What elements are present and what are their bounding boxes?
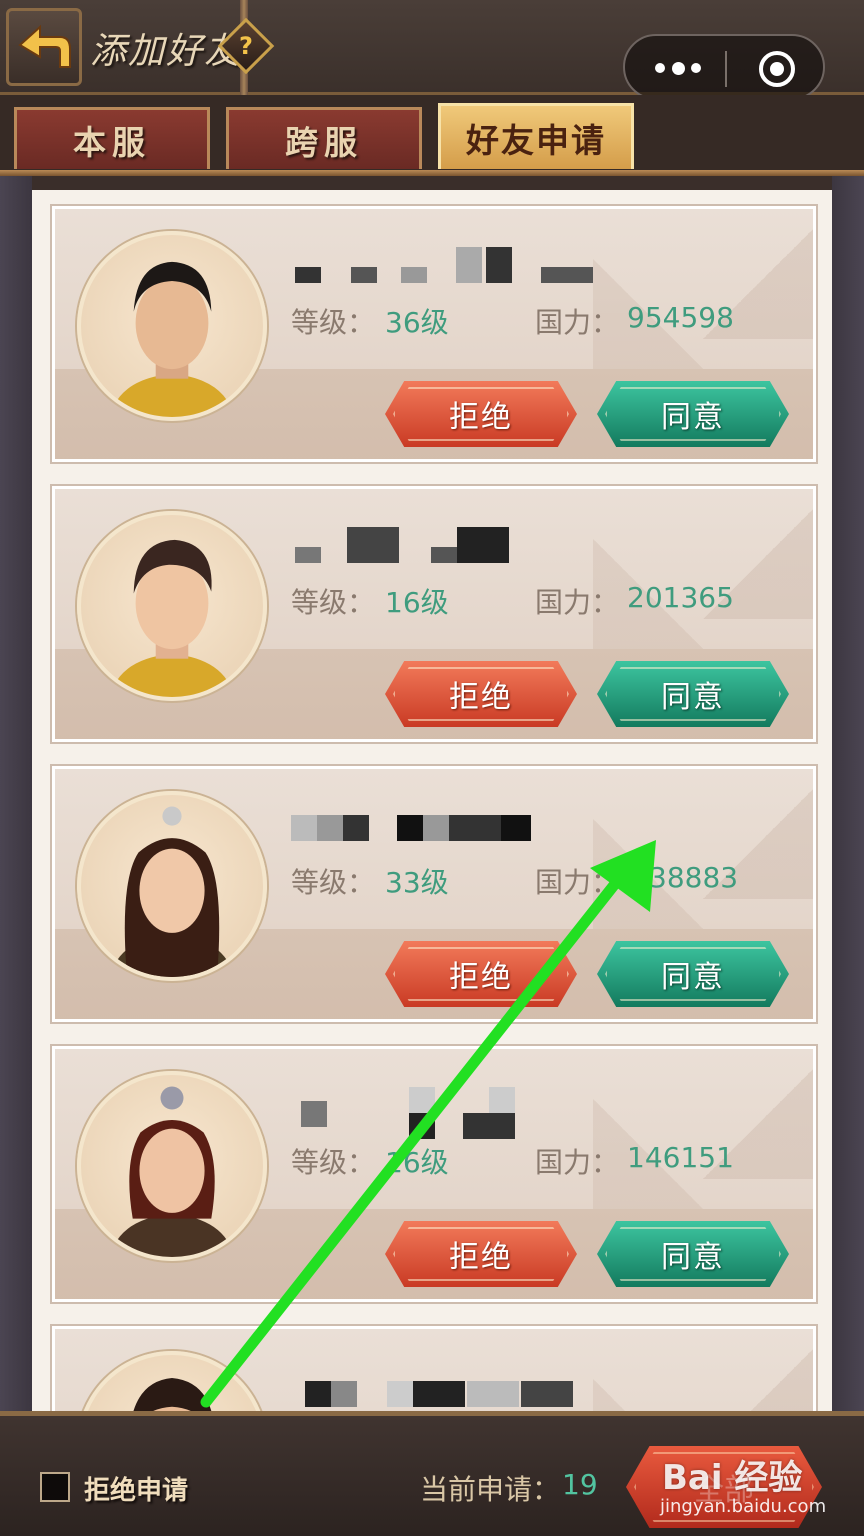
request-card: [50, 1324, 818, 1411]
level-value: 16级: [385, 1146, 449, 1179]
current-requests-label: 当前申请：: [420, 1473, 561, 1506]
request-card: 等级： 16级 国力： 201365 拒绝 同意: [50, 484, 818, 744]
power-label: 国力：: [535, 306, 620, 339]
frame-right: [832, 176, 864, 1411]
tab-underline: [0, 170, 864, 176]
request-card: 等级： 16级 国力： 146151 拒绝 同意: [50, 1044, 818, 1304]
agree-button[interactable]: 同意: [597, 941, 789, 1007]
level-label: 等级：: [291, 586, 376, 619]
power-label: 国力：: [535, 1146, 620, 1179]
target-close-icon[interactable]: [759, 51, 795, 87]
power-value: 201365: [627, 581, 734, 614]
request-list[interactable]: 等级： 36级 国力： 954598 拒绝 同意 等级： 16级 国力： 201…: [32, 190, 832, 1411]
avatar[interactable]: [77, 791, 267, 981]
reject-requests-checkbox[interactable]: [40, 1472, 70, 1502]
avatar[interactable]: [77, 1071, 267, 1261]
frame-left: [0, 176, 32, 1411]
reject-button[interactable]: 拒绝: [385, 381, 577, 447]
level-value: 33级: [385, 866, 449, 899]
player-name-redacted: [291, 1087, 591, 1139]
agree-button-label: 同意: [661, 960, 725, 995]
more-dots-icon[interactable]: [655, 60, 701, 76]
request-card: 等级： 33级 国力： 38883 拒绝 同意: [50, 764, 818, 1024]
power-label: 国力：: [535, 866, 620, 899]
header-bar: 添加好友 ?: [0, 0, 864, 100]
tab-cross-server[interactable]: 跨服: [226, 107, 422, 169]
agree-button[interactable]: 同意: [597, 381, 789, 447]
player-name-redacted: [291, 807, 591, 847]
level-value: 36级: [385, 306, 449, 339]
reject-button-label: 拒绝: [449, 400, 513, 435]
reject-button[interactable]: 拒绝: [385, 1221, 577, 1287]
power-value: 38883: [649, 861, 739, 894]
footer-action-label: 全部: [694, 1473, 754, 1508]
tab-same-server[interactable]: 本服: [14, 107, 210, 169]
level-label: 等级：: [291, 306, 376, 339]
agree-button-label: 同意: [661, 680, 725, 715]
capsule-separator: [725, 51, 727, 87]
avatar[interactable]: [77, 1351, 267, 1411]
footer-action-button[interactable]: 全部: [626, 1446, 822, 1528]
agree-button[interactable]: 同意: [597, 1221, 789, 1287]
reject-requests-label[interactable]: 拒绝申请: [84, 1470, 188, 1507]
level-label: 等级：: [291, 1146, 376, 1179]
reject-button-label: 拒绝: [449, 680, 513, 715]
avatar[interactable]: [77, 231, 267, 421]
mini-program-capsule: [623, 34, 825, 100]
power-label: 国力：: [535, 586, 620, 619]
power-value: 146151: [627, 1141, 734, 1174]
reject-button[interactable]: 拒绝: [385, 661, 577, 727]
agree-button[interactable]: 同意: [597, 661, 789, 727]
help-glyph: ?: [239, 32, 253, 60]
power-value: 954598: [627, 301, 734, 334]
current-requests-count: 19: [562, 1468, 598, 1501]
player-name-redacted: [291, 1367, 591, 1407]
request-card: 等级： 36级 国力： 954598 拒绝 同意: [50, 204, 818, 464]
back-arrow-icon: [18, 24, 71, 68]
level-value: 16级: [385, 586, 449, 619]
back-button[interactable]: [6, 8, 82, 86]
tab-friend-requests[interactable]: 好友申请: [438, 103, 634, 169]
player-name-redacted: [291, 527, 591, 567]
agree-button-label: 同意: [661, 1240, 725, 1275]
avatar[interactable]: [77, 511, 267, 701]
level-label: 等级：: [291, 866, 376, 899]
footer-bar: 拒绝申请 当前申请： 19 全部: [0, 1411, 864, 1536]
player-name-redacted: [291, 247, 593, 287]
card-mountain-decoration: [593, 1349, 813, 1411]
reject-button[interactable]: 拒绝: [385, 941, 577, 1007]
reject-button-label: 拒绝: [449, 1240, 513, 1275]
reject-button-label: 拒绝: [449, 960, 513, 995]
tab-bar: 本服 跨服 好友申请: [0, 95, 864, 175]
agree-button-label: 同意: [661, 400, 725, 435]
